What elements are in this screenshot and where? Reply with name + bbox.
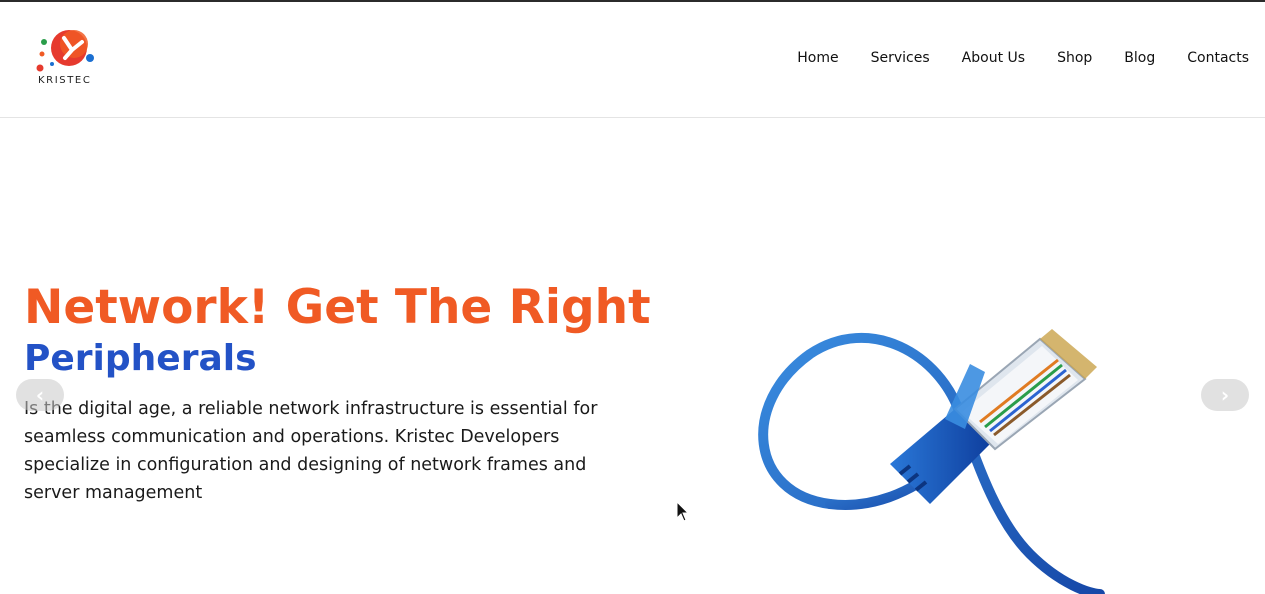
ethernet-cable-image	[758, 329, 1105, 594]
slider-next-button[interactable]: ›	[1201, 379, 1249, 411]
chevron-right-icon: ›	[1220, 383, 1230, 407]
hero-slider: Network! Get The Right Peripherals Is th…	[0, 119, 1265, 594]
nav-item-home[interactable]: Home	[797, 50, 838, 66]
mouse-cursor-icon	[676, 501, 690, 522]
site-header: KRISTEC Home Services About Us Shop Blog…	[0, 2, 1265, 118]
hero-subtitle: Peripherals	[24, 338, 257, 379]
slider-prev-button[interactable]: ‹	[16, 379, 64, 411]
nav-item-services[interactable]: Services	[871, 50, 930, 66]
nav-item-shop[interactable]: Shop	[1057, 50, 1092, 66]
main-nav: Home Services About Us Shop Blog Contact…	[765, 50, 1249, 66]
chevron-left-icon: ‹	[35, 383, 45, 407]
kristec-logo[interactable]: KRISTEC	[34, 24, 98, 90]
nav-item-blog[interactable]: Blog	[1124, 50, 1155, 66]
kristec-logo-icon	[36, 30, 94, 72]
nav-item-contacts[interactable]: Contacts	[1187, 50, 1249, 66]
hero-description: Is the digital age, a reliable network i…	[24, 399, 598, 503]
logo-text: KRISTEC	[38, 75, 92, 86]
hero-title: Network! Get The Right	[24, 280, 651, 335]
nav-item-about-us[interactable]: About Us	[962, 50, 1025, 66]
